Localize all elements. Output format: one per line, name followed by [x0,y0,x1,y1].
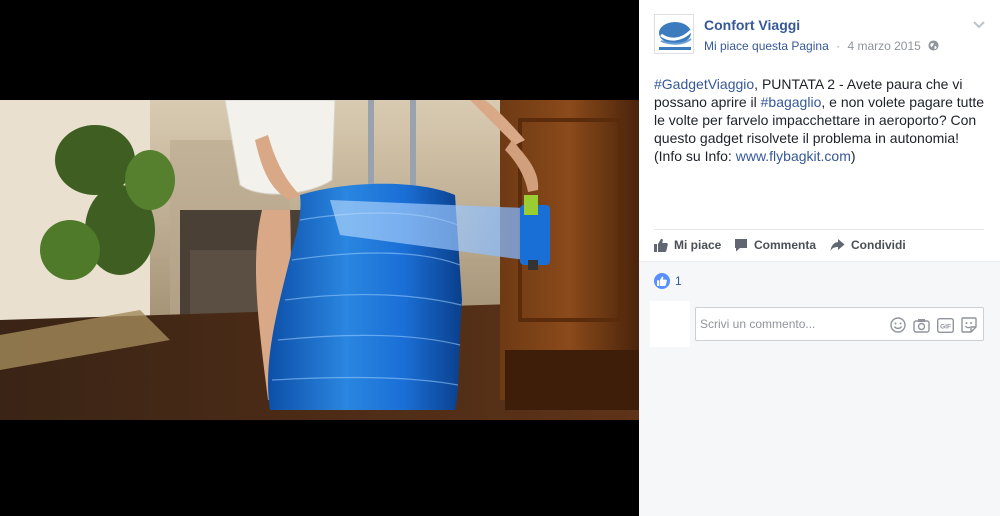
post-actions-bar: Mi piace Commenta Condividi [654,229,984,259]
post-date[interactable]: 4 marzo 2015 [847,39,920,53]
photo-viewer-stage [0,0,639,516]
smiley-icon[interactable] [890,317,906,333]
reactions-and-comments: 1 Scrivi un commento... GIF [639,261,1000,516]
user-avatar [650,301,690,347]
page-name-link[interactable]: Confort Viaggi [704,17,800,33]
post-message: #GadgetViaggio, PUNTATA 2 - Avete paura … [654,75,989,165]
like-page-link[interactable]: Mi piace questa Pagina [704,39,829,53]
post-text-part: ) [850,148,856,164]
post-header: Confort Viaggi Mi piace questa Pagina · … [654,14,986,58]
comment-button[interactable]: Commenta [734,236,816,254]
comment-composer: Scrivi un commento... GIF [650,301,990,347]
confort-viaggi-logo [655,15,693,53]
like-label: Mi piace [674,238,722,252]
photo-luggage-wrapping [0,100,639,420]
like-count[interactable]: 1 [675,274,682,288]
gif-icon-label: GIF [940,323,951,330]
sticker-icon[interactable] [961,317,977,333]
post-meta: Mi piace questa Pagina · 4 marzo 2015 [704,39,939,54]
like-reaction-icon [654,273,670,289]
gif-icon[interactable]: GIF [937,317,954,333]
globe-icon [928,40,939,54]
hashtag-bagaglio[interactable]: #bagaglio [761,94,822,110]
comment-input[interactable]: Scrivi un commento... GIF [695,307,984,341]
comment-placeholder: Scrivi un commento... [700,317,816,331]
comment-label: Commenta [754,238,817,252]
thumbs-up-icon [654,238,668,252]
share-button[interactable]: Condividi [830,236,906,254]
share-arrow-icon [830,239,845,251]
share-label: Condividi [851,238,906,252]
reaction-summary[interactable]: 1 [654,272,682,290]
hashtag-gadgetviaggio[interactable]: #GadgetViaggio [654,76,754,92]
like-button[interactable]: Mi piace [654,236,721,254]
meta-separator: · [836,39,841,53]
page-avatar[interactable] [654,14,694,54]
post-photo[interactable] [0,100,639,420]
comment-tools: GIF [883,316,977,334]
chevron-down-icon[interactable] [972,18,986,30]
camera-icon[interactable] [913,318,930,333]
speech-bubble-icon [735,239,747,252]
external-link[interactable]: www.flybagkit.com [736,148,851,164]
post-side-panel: Confort Viaggi Mi piace questa Pagina · … [639,0,1000,516]
